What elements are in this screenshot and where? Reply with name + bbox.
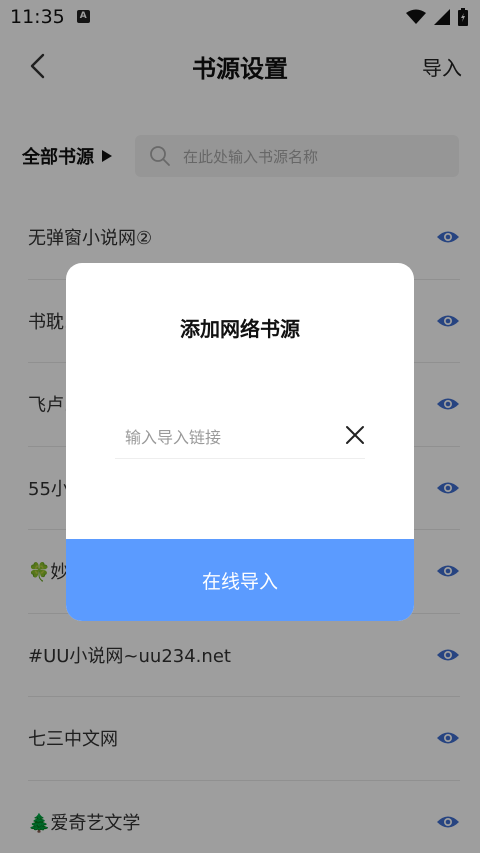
online-import-button[interactable]: 在线导入	[66, 539, 414, 621]
add-source-dialog: 添加网络书源 输入导入链接 在线导入	[66, 263, 414, 621]
close-icon[interactable]	[345, 425, 365, 445]
dialog-title: 添加网络书源	[180, 317, 300, 341]
import-link-placeholder: 输入导入链接	[125, 427, 222, 447]
import-link-input[interactable]: 输入导入链接	[115, 413, 365, 459]
